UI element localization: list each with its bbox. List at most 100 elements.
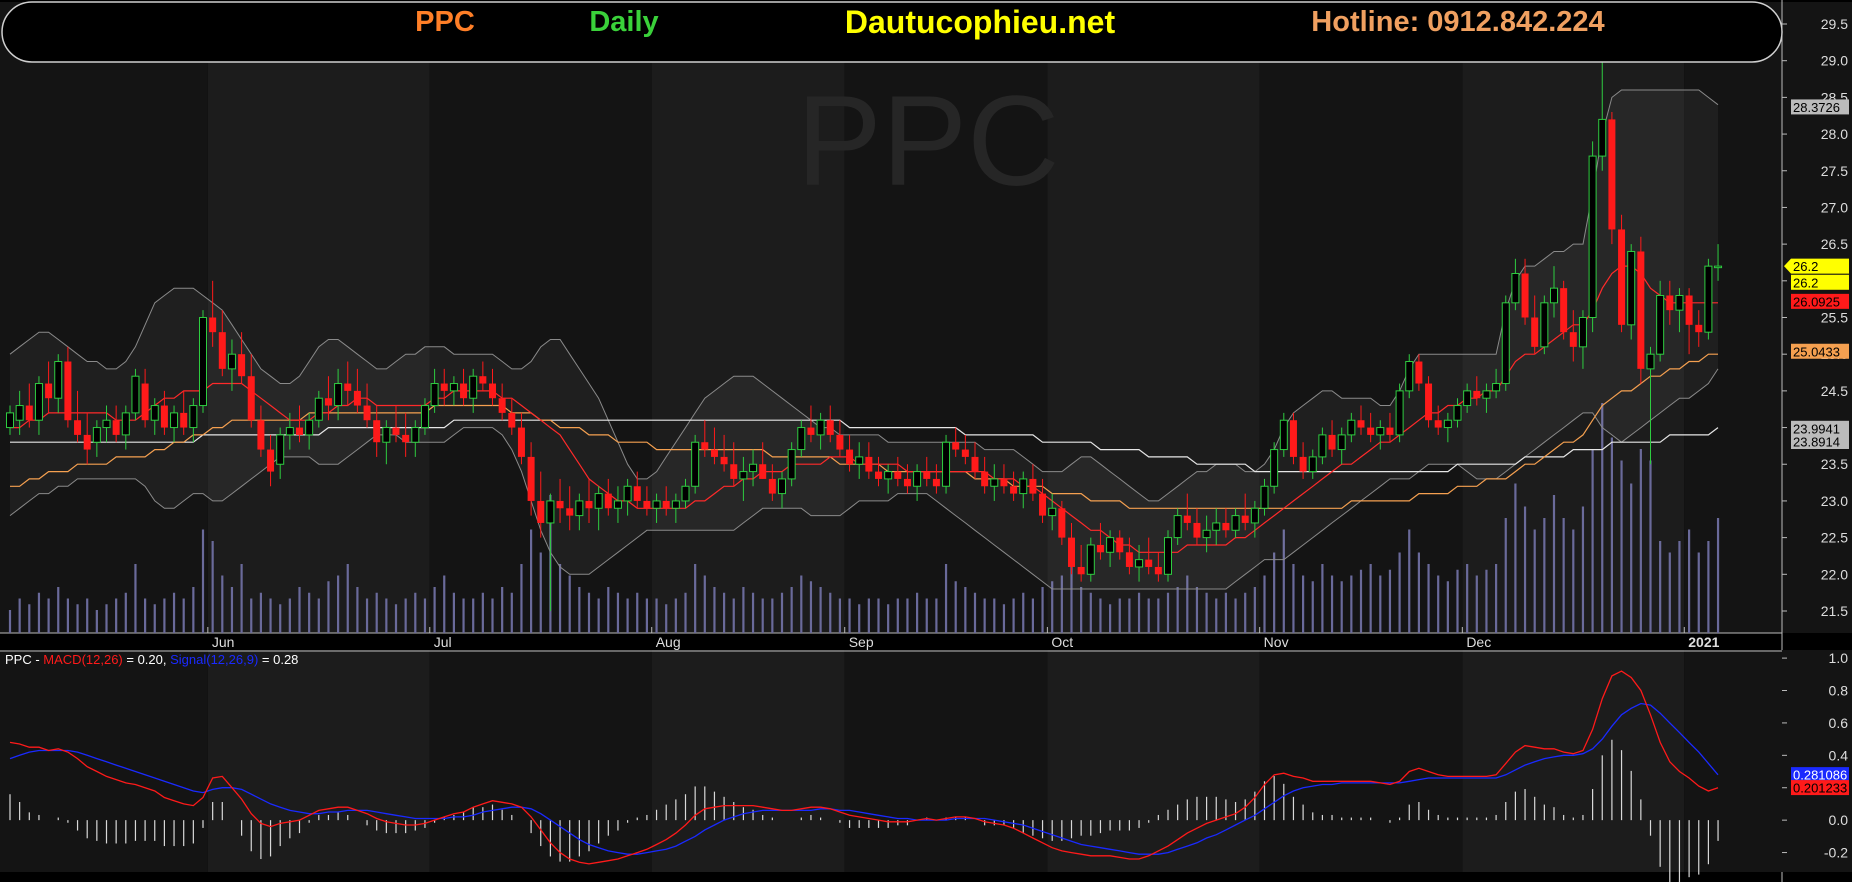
candle-body-down [1096, 544, 1104, 553]
macd-panel [0, 650, 1852, 872]
candle-body-down [952, 442, 960, 450]
candle-body-down [1145, 559, 1153, 567]
candle-body-up [276, 434, 285, 465]
candle-body-up [131, 375, 140, 414]
candle-body-up [787, 449, 796, 480]
candle-body-up [170, 412, 179, 429]
macd-tick-label: -0.2 [1824, 845, 1848, 861]
candle-body-down [720, 456, 728, 465]
candle-body-down [440, 383, 448, 391]
candle-body-down [402, 434, 410, 443]
candle-body-down [1473, 390, 1481, 399]
price-value-label: 26.2 [1784, 258, 1849, 274]
candle-body-down [604, 493, 612, 509]
candle-body-down [768, 478, 776, 494]
candle-body-up [1270, 449, 1279, 487]
candle-body-up [749, 463, 758, 473]
candle-body-down [633, 486, 641, 501]
candle-body-up [34, 383, 43, 421]
candle-body-down [566, 508, 574, 516]
candle-body-down [218, 332, 226, 369]
price-tick-label: 22.5 [1821, 530, 1848, 546]
candle-body-down [527, 456, 535, 501]
candle-body-up [54, 361, 63, 399]
candle-body-down [846, 449, 854, 465]
candle-body-down [45, 383, 53, 399]
candle-body-down [643, 500, 651, 509]
macd-legend-signal-value: = 0.28 [258, 652, 298, 667]
candle-body-down [1058, 508, 1066, 538]
candle-body-up [1019, 478, 1028, 495]
candle-body-down [392, 427, 400, 435]
candle-body-down [1560, 288, 1568, 333]
macd-month-band [1462, 650, 1685, 872]
candle-body-down [1415, 361, 1423, 384]
candle-body-up [1260, 485, 1269, 509]
candle-body-up [613, 500, 622, 509]
candle-body-up [1675, 294, 1684, 311]
candle-body-down [865, 456, 873, 472]
header-hotline: Hotline: 0912.842.224 [1311, 6, 1604, 38]
candle-body-up [1279, 419, 1288, 451]
candle-body-up [546, 500, 555, 524]
candle-body-down [141, 383, 149, 421]
price-value-label-text: 28.3726 [1793, 100, 1840, 115]
candle-body-up [411, 427, 420, 443]
price-tick-label: 21.5 [1821, 603, 1848, 619]
candle-body-down [1010, 486, 1018, 494]
candle-body-up [1627, 250, 1636, 326]
macd-month-band [1259, 650, 1463, 872]
time-axis-label: Dec [1466, 634, 1491, 650]
candle-body-up [652, 500, 661, 509]
candle-body-up [199, 317, 207, 407]
candle-body-down [247, 376, 255, 421]
candle-body-down [875, 471, 882, 479]
candle-body-up [942, 441, 951, 487]
candle-body-up [990, 478, 999, 487]
candle-body-down [64, 361, 72, 421]
candle-body-down [1608, 119, 1616, 230]
candle-body-down [1241, 515, 1249, 523]
candle-body-down [710, 449, 718, 457]
candle-body-up [1482, 390, 1491, 399]
candle-body-up [623, 485, 632, 502]
candle-body-down [1125, 552, 1133, 567]
candle-body-down [537, 500, 545, 523]
macd-legend: PPC - MACD(12,26) = 0.20, Signal(12,26,9… [5, 652, 298, 667]
candle-body-down [1029, 478, 1037, 494]
candle-body-down [1637, 251, 1645, 369]
price-value-label: 23.8914 [1791, 433, 1849, 449]
candle-body-down [1183, 515, 1191, 523]
candle-body-up [1578, 317, 1587, 348]
candle-body-up [1540, 302, 1549, 348]
candle-body-down [324, 398, 332, 406]
watermark-symbol: PPC [796, 70, 1059, 213]
candle-body-down [209, 317, 217, 333]
candle-body-up [691, 441, 700, 487]
price-value-label-text: 26.2 [1793, 275, 1818, 290]
candle-body-up [285, 427, 294, 436]
time-axis-label: Jul [434, 634, 452, 650]
time-axis-label: Jun [212, 634, 235, 650]
macd-month-band [1684, 650, 1852, 872]
macd-month-band [207, 650, 430, 872]
candle-body-up [420, 405, 429, 429]
candle-body-up [314, 397, 323, 421]
candle-body-up [102, 419, 111, 429]
candle-body-down [1569, 332, 1577, 347]
candle-body-up [150, 405, 159, 421]
candle-body-up [671, 500, 680, 509]
candle-body-down [1000, 478, 1008, 487]
candle-body-up [305, 419, 314, 436]
candle-body-down [25, 405, 33, 421]
macd-tick-label: 0.4 [1829, 747, 1849, 763]
candle-body-down [701, 442, 709, 450]
macd-tick-label: 0.6 [1829, 715, 1849, 731]
price-month-band [207, 2, 430, 633]
candle-body-up [1405, 361, 1414, 392]
candle-body-down [556, 500, 564, 509]
candle-body-down [83, 434, 91, 450]
price-value-label-text: 26.2 [1793, 259, 1818, 274]
macd-month-band [1047, 650, 1260, 872]
candle-body-up [1501, 302, 1510, 385]
